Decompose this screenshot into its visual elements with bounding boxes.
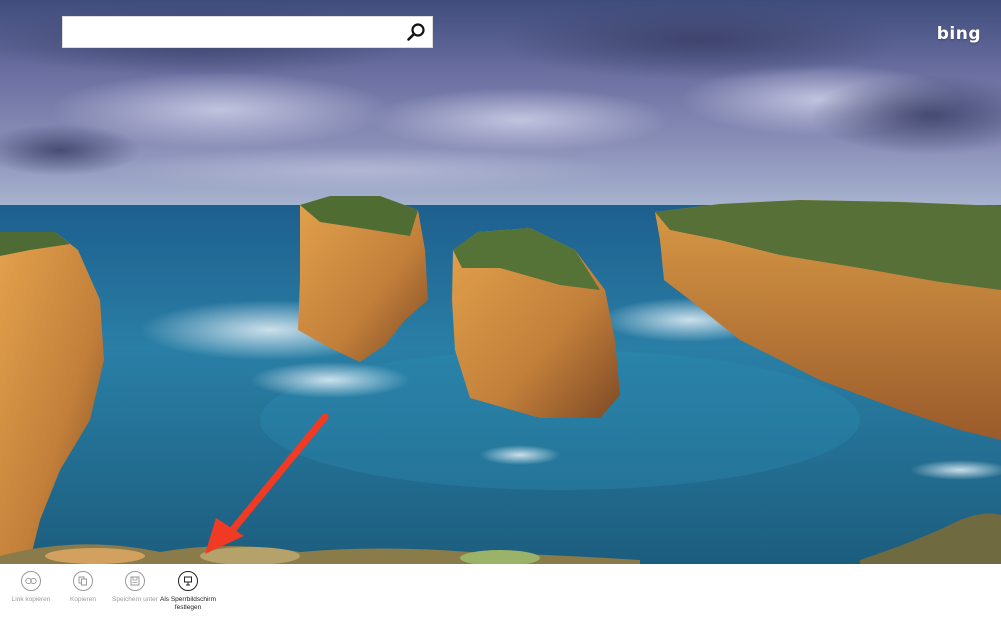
copy-button[interactable]: Kopieren (55, 571, 111, 604)
save-icon (125, 571, 145, 591)
search-input[interactable] (63, 17, 409, 47)
search-button[interactable] (402, 19, 430, 45)
set-lockscreen-label: Als Sperrbildschirm festlegen (160, 596, 216, 611)
bing-logo[interactable]: bing (937, 24, 981, 44)
copy-link-label: Link kopieren (11, 596, 51, 603)
save-as-label: Speichern unter (112, 596, 158, 603)
set-lockscreen-icon (178, 571, 198, 591)
copy-link-button[interactable]: Link kopieren (3, 571, 59, 604)
set-lockscreen-button[interactable]: Als Sperrbildschirm festlegen (160, 571, 216, 612)
background-photo (0, 0, 1001, 564)
search-box (62, 16, 433, 48)
coastline-photo (0, 0, 1001, 564)
app-bar: Link kopieren Kopieren Speichern unter A… (0, 564, 1001, 626)
save-as-button[interactable]: Speichern unter (107, 571, 163, 604)
copy-label: Kopieren (69, 596, 97, 603)
link-icon (21, 571, 41, 591)
copy-icon (73, 571, 93, 591)
search-icon (407, 23, 425, 41)
